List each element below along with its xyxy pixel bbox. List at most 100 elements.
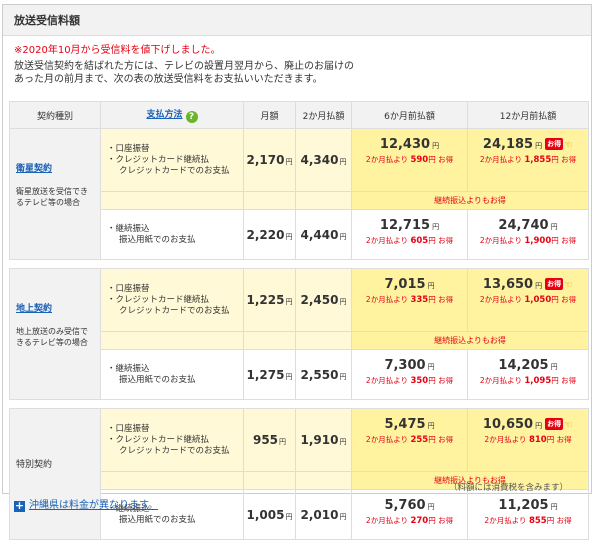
contract-type-link[interactable]: 地上契約 (16, 301, 94, 314)
six-prepay-value: 5,475 (384, 417, 426, 432)
method-credit-card-note: クレジットカードでのお支払 (119, 165, 230, 176)
six-saving-text: 2か月払より 605円 お得 (365, 236, 454, 246)
two-month-value: 1,910 (300, 433, 339, 447)
yen-unit: 円 (550, 503, 558, 511)
twelve-prepay-value: 24,740 (498, 218, 549, 233)
six-prepay-cell: 5,760 円 2か月払より 270円 お得 (351, 489, 468, 540)
method-spacer (100, 191, 244, 210)
monthly-cell: 1,005円 (243, 489, 296, 540)
twelve-prepay-value: 14,205 (498, 358, 549, 373)
group-spacer (9, 259, 589, 269)
yen-unit: 円 (535, 282, 543, 290)
okinawa-link[interactable]: + 沖縄県は料金が異なります。 (14, 496, 158, 512)
payment-method-cell: ・口座振替 ・クレジットカード継続払 クレジットカードでのお支払 (100, 128, 244, 192)
six-prepay-value: 5,760 (384, 498, 426, 513)
yen-unit: 円 (427, 363, 435, 371)
twelve-prepay-value: 24,185 (482, 137, 534, 152)
otoku-badge: お得 (545, 278, 564, 290)
two-month-spacer (295, 331, 352, 350)
method-direct-debit: ・口座振替 (107, 143, 150, 154)
yen-unit: 円 (427, 422, 435, 430)
contract-type-desc: 地上放送のみ受信できるテレビ等の場合 (16, 327, 88, 347)
tax-note: （料額には消費税を含みます） (449, 483, 569, 493)
yen-unit: 円 (285, 232, 293, 241)
twelve-saving-text: 2か月払より 810円 お得 (484, 435, 572, 445)
help-icon[interactable]: ? (185, 111, 198, 123)
contract-type-link[interactable]: 衛星契約 (16, 161, 94, 174)
yen-unit: 円 (550, 223, 558, 231)
method-transfer-note: 振込用紙でのお支払 (119, 514, 196, 525)
yen-unit: 円 (285, 298, 293, 306)
header-payment-method[interactable]: 支払方法? (100, 101, 244, 129)
header-contract-type: 契約種別 (9, 101, 101, 129)
yen-unit: 円 (432, 142, 440, 150)
otoku-badge: お得 (545, 138, 564, 150)
two-month-cell: 1,910円 (295, 408, 352, 472)
table-row: 地上契約 地上放送のみ受信できるテレビ等の場合 ・口座振替 ・クレジットカード継続… (9, 268, 589, 400)
panel-header: 放送受信料額 (3, 5, 591, 36)
two-month-value: 2,450 (300, 293, 339, 307)
six-prepay-cell: 12,430 円 2か月払より 590円 お得 (351, 128, 468, 192)
yen-unit: 円 (339, 158, 347, 166)
six-prepay-value: 12,430 (379, 137, 431, 152)
twelve-saving-text: 2か月払より 1,855円 お得 (479, 155, 577, 165)
monthly-value: 1,275 (246, 367, 285, 382)
contract-type-label: 特別契約 (16, 460, 53, 470)
monthly-value: 2,170 (246, 153, 285, 167)
monthly-value: 1,225 (246, 293, 285, 307)
yen-unit: 円 (285, 372, 293, 381)
method-transfer-note: 振込用紙でのお支払 (119, 234, 196, 245)
yen-unit: 円 (285, 512, 293, 521)
savings-note: 継続振込よりもお得 (351, 191, 589, 210)
method-credit-card-note: クレジットカードでのお支払 (119, 305, 230, 316)
yen-unit: 円 (432, 223, 440, 231)
yen-unit: 円 (535, 142, 543, 150)
two-month-value: 4,440 (300, 227, 339, 242)
twelve-prepay-value: 13,650 (482, 277, 534, 292)
contract-type-cell: 地上契約地上放送のみ受信できるテレビ等の場合 (9, 268, 101, 400)
payment-method-link[interactable]: 支払方法 (146, 110, 182, 120)
six-prepay-cell: 12,715 円 2か月払より 605円 お得 (351, 209, 468, 260)
twelve-prepay-value: 11,205 (498, 498, 549, 513)
plus-icon: + (14, 499, 25, 512)
otoku-badge: お得 (545, 418, 564, 430)
twelve-prepay-cell: 24,740 円 2か月払より 1,900円 お得 (467, 209, 589, 260)
six-prepay-cell: 5,475 円 2か月払より 255円 お得 (351, 408, 468, 472)
yen-unit: 円 (339, 372, 347, 381)
two-month-value: 4,340 (300, 153, 339, 167)
payment-method-cell: ・口座振替 ・クレジットカード継続払 クレジットカードでのお支払 (100, 408, 244, 472)
six-prepay-value: 7,300 (384, 358, 426, 373)
twelve-prepay-value: 10,650 (482, 417, 534, 432)
twelve-saving-text: 2か月払より 1,050円 お得 (479, 295, 577, 305)
yen-unit: 円 (339, 438, 347, 446)
method-direct-debit: ・口座振替 (107, 283, 150, 294)
six-prepay-cell: 7,300 円 2か月払より 350円 お得 (351, 349, 468, 400)
twelve-prepay-cell: 24,185 円お得 ☜ 2か月払より 1,855円 お得 (467, 128, 589, 192)
page-title: 放送受信料額 (14, 14, 80, 27)
monthly-value: 1,005 (246, 507, 285, 522)
yen-unit: 円 (550, 363, 558, 371)
twelve-prepay-cell: 13,650 円お得 ☜ 2か月払より 1,050円 お得 (467, 268, 589, 332)
monthly-cell: 1,225円 (243, 268, 296, 332)
price-change-notice: ※2020年10月から受信料を値下げしました。 (14, 45, 221, 56)
monthly-cell: 955円 (243, 408, 296, 472)
method-spacer (100, 331, 244, 350)
table-row: 衛星契約 衛星放送を受信できるテレビ等の場合 ・口座振替 ・クレジットカード継続払… (9, 128, 589, 260)
twelve-prepay-cell: 10,650 円お得 ☜ 2か月払より 810円 お得 (467, 408, 589, 472)
monthly-spacer (243, 471, 296, 490)
method-credit-card-note: クレジットカードでのお支払 (119, 445, 230, 456)
six-saving-text: 2か月払より 590円 お得 (365, 155, 454, 165)
two-month-value: 2,010 (300, 507, 339, 522)
two-month-cell: 4,340円 (295, 128, 352, 192)
pointing-hand-icon: ☜ (564, 140, 574, 151)
table-row: 特別契約 ・口座振替 ・クレジットカード継続払 クレジットカードでのお支払 95… (9, 408, 589, 540)
two-month-cell: 4,440円 (295, 209, 352, 260)
twelve-prepay-cell: 14,205 円 2か月払より 1,095円 お得 (467, 349, 589, 400)
monthly-value: 2,220 (246, 227, 285, 242)
fee-table: 契約種別 支払方法? 月額 2か月払額 6か月前払額 12か月前払額 衛星契約衛… (9, 101, 589, 540)
method-transfer: ・継続振込 (107, 363, 150, 374)
yen-unit: 円 (339, 512, 347, 521)
okinawa-link-label[interactable]: 沖縄県は料金が異なります。 (29, 500, 158, 511)
monthly-value: 955 (252, 433, 279, 447)
yen-unit: 円 (535, 422, 543, 430)
